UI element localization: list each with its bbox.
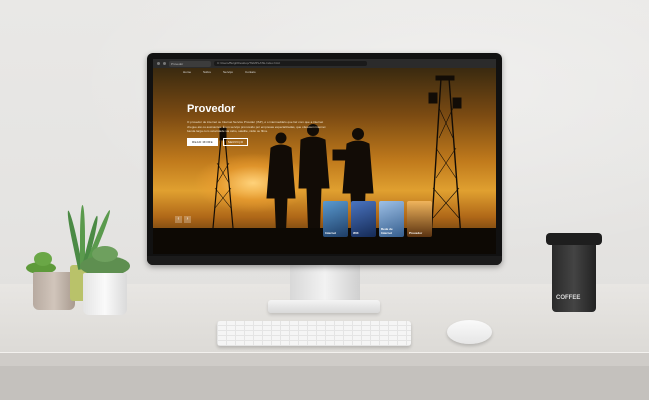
window-control-icon[interactable] <box>157 62 160 65</box>
servico-button[interactable]: SERVIÇO <box>222 138 249 146</box>
white-pot <box>83 273 127 315</box>
radio-tower-right <box>428 75 462 239</box>
chevron-left-icon[interactable]: ‹ <box>175 216 182 223</box>
keyboard[interactable] <box>217 321 411 346</box>
desk-front <box>0 366 649 400</box>
card-internet[interactable]: Internet <box>323 201 348 237</box>
monitor-stand-base <box>268 300 380 313</box>
card-label: Rede de Internet <box>381 227 393 235</box>
hero-section: Home Sobre Serviço Contato Provedor O pr… <box>153 68 496 254</box>
card-label: Internet <box>325 231 337 235</box>
card-label: Wifi <box>353 231 359 235</box>
card-provedor[interactable]: Provedor <box>407 201 432 237</box>
chevron-right-icon[interactable]: › <box>184 216 191 223</box>
card-label: Provedor <box>409 231 423 235</box>
monitor-screen: Provedor C:/Users/Bulgil/Desktop/TEMPLAT… <box>153 59 496 254</box>
hero-title: Provedor <box>187 103 236 115</box>
browser-toolbar: Provedor C:/Users/Bulgil/Desktop/TEMPLAT… <box>153 59 496 68</box>
card-wifi[interactable]: Wifi <box>351 201 376 237</box>
cup-body <box>552 240 596 312</box>
clay-pot <box>33 272 75 310</box>
browser-tab[interactable]: Provedor <box>169 60 211 67</box>
address-bar[interactable]: C:/Users/Bulgil/Desktop/TEMPLATE-Index.h… <box>214 61 367 66</box>
slider-arrows: ‹ › <box>175 216 191 223</box>
cup-label: COFFEE <box>556 295 581 301</box>
mouse[interactable] <box>447 320 492 344</box>
card-rede[interactable]: Rede de Internet <box>379 201 404 237</box>
desk-edge <box>0 352 649 367</box>
monitor-chin <box>147 256 502 265</box>
cup-lid <box>546 233 602 245</box>
monitor-stand-neck <box>290 265 360 303</box>
window-control-icon[interactable] <box>163 62 166 65</box>
hero-description: O provedor de internet ou Internet Servi… <box>187 120 326 133</box>
read-more-button[interactable]: READ MORE <box>187 138 218 146</box>
service-cards: Internet Wifi Rede de Internet Provedor <box>323 201 432 237</box>
hero-buttons: READ MORE SERVIÇO <box>187 138 249 146</box>
